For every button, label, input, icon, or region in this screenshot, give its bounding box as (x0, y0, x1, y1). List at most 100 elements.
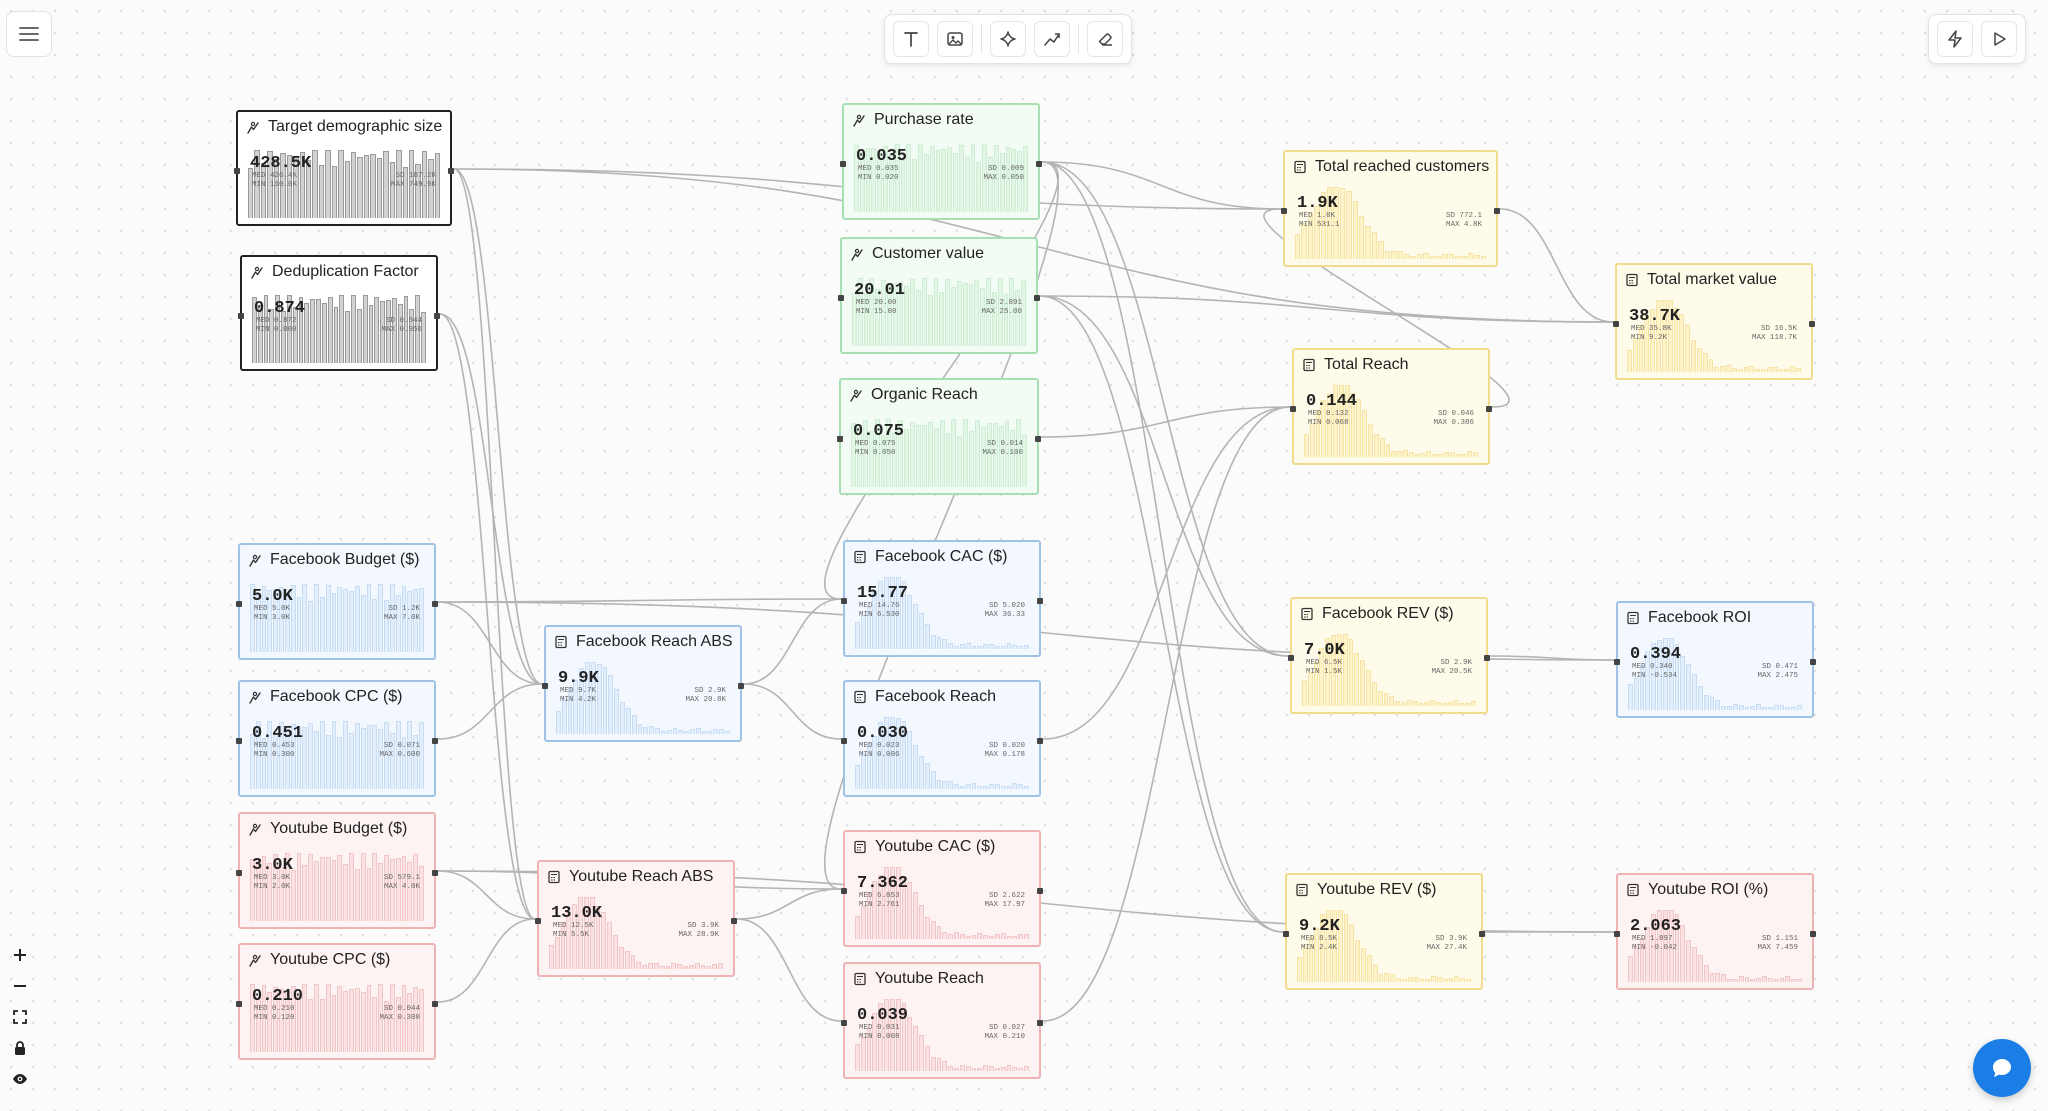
node-fb-cac[interactable]: Facebook CAC ($) 15.77 MED 14.76 MIN 6.530 S… (841, 540, 1043, 657)
node-header[interactable]: Target demographic size (238, 112, 450, 142)
node-header[interactable]: Facebook CAC ($) (845, 542, 1039, 572)
node-header[interactable]: Purchase rate (844, 105, 1038, 135)
connector-tool-button[interactable] (1034, 21, 1070, 57)
output-port[interactable] (1810, 659, 1816, 665)
output-port[interactable] (1037, 598, 1043, 604)
node-header[interactable]: Facebook REV ($) (1292, 599, 1486, 629)
output-port[interactable] (1035, 436, 1041, 442)
text-tool-button[interactable] (893, 21, 929, 57)
node-header[interactable]: Total reached customers (1285, 152, 1496, 182)
output-port[interactable] (1479, 931, 1485, 937)
output-port[interactable] (432, 870, 438, 876)
input-port[interactable] (236, 738, 242, 744)
input-port[interactable] (238, 313, 244, 319)
node-fb-cpc[interactable]: Facebook CPC ($) 0.451 MED 0.453 MIN 0.300 S… (236, 680, 438, 797)
input-port[interactable] (837, 436, 843, 442)
node-total-reach[interactable]: Total Reach 0.144 MED 0.132 MIN 0.068 SD 0.0… (1290, 348, 1492, 465)
node-yt-roi[interactable]: Youtube ROI (%) 2.063 MED 1.897 MIN -0.042 S… (1614, 873, 1816, 990)
output-port[interactable] (731, 918, 737, 924)
menu-button[interactable] (6, 11, 52, 57)
node-header[interactable]: Facebook ROI (1618, 603, 1812, 633)
node-header[interactable]: Youtube CPC ($) (240, 945, 434, 975)
input-port[interactable] (841, 1020, 847, 1026)
node-total-market[interactable]: Total market value 38.7K MED 35.8K MIN 9.2K… (1613, 263, 1815, 380)
node-fb-budget[interactable]: Facebook Budget ($) 5.0K MED 5.0K MIN 3.0K S… (236, 543, 438, 660)
output-port[interactable] (1037, 738, 1043, 744)
node-customer-value[interactable]: Customer value 20.01 MED 20.00 MIN 15.00 SD … (838, 237, 1040, 354)
input-port[interactable] (236, 1001, 242, 1007)
input-port[interactable] (535, 918, 541, 924)
image-tool-button[interactable] (937, 21, 973, 57)
node-header[interactable]: Facebook Reach ABS (546, 627, 740, 657)
input-port[interactable] (1290, 406, 1296, 412)
input-port[interactable] (234, 168, 240, 174)
zoom-out-button[interactable] (8, 975, 32, 997)
output-port[interactable] (434, 313, 440, 319)
input-port[interactable] (236, 601, 242, 607)
node-total-customers[interactable]: Total reached customers 1.9K MED 1.8K MIN 5… (1281, 150, 1500, 267)
node-header[interactable]: Facebook Reach (845, 682, 1039, 712)
zoom-in-button[interactable] (8, 944, 32, 966)
input-port[interactable] (1614, 931, 1620, 937)
output-port[interactable] (1036, 161, 1042, 167)
sparkle-tool-button[interactable] (990, 21, 1026, 57)
node-header[interactable]: Deduplication Factor (242, 257, 436, 287)
input-port[interactable] (840, 161, 846, 167)
output-port[interactable] (1486, 406, 1492, 412)
output-port[interactable] (1809, 321, 1815, 327)
node-header[interactable]: Facebook CPC ($) (240, 682, 434, 712)
chat-button[interactable] (1973, 1039, 2031, 1097)
output-port[interactable] (1037, 888, 1043, 894)
output-port[interactable] (432, 1001, 438, 1007)
output-port[interactable] (448, 168, 454, 174)
input-port[interactable] (841, 738, 847, 744)
input-port[interactable] (236, 870, 242, 876)
output-port[interactable] (738, 683, 744, 689)
eraser-tool-button[interactable] (1087, 21, 1123, 57)
run-button[interactable] (1981, 21, 2017, 57)
node-yt-budget[interactable]: Youtube Budget ($) 3.0K MED 3.0K MIN 2.0K SD… (236, 812, 438, 929)
input-port[interactable] (542, 683, 548, 689)
node-header[interactable]: Organic Reach (841, 380, 1037, 410)
node-header[interactable]: Youtube Budget ($) (240, 814, 434, 844)
lightning-button[interactable] (1937, 21, 1973, 57)
input-port[interactable] (1613, 321, 1619, 327)
output-port[interactable] (1034, 295, 1040, 301)
node-organic-reach[interactable]: Organic Reach 0.075 MED 0.075 MIN 0.050 SD 0… (837, 378, 1041, 495)
node-yt-reach[interactable]: Youtube Reach 0.039 MED 0.031 MIN 0.008 SD 0… (841, 962, 1043, 1079)
node-fb-roi[interactable]: Facebook ROI 0.394 MED 0.340 MIN -0.534 SD 0… (1614, 601, 1816, 718)
visibility-button[interactable] (8, 1068, 32, 1090)
node-fb-rev[interactable]: Facebook REV ($) 7.0K MED 6.5K MIN 1.5K SD 2… (1288, 597, 1490, 714)
lock-button[interactable] (8, 1037, 32, 1059)
node-purchase-rate[interactable]: Purchase rate 0.035 MED 0.035 MIN 0.020 SD 0… (840, 103, 1042, 220)
output-port[interactable] (432, 601, 438, 607)
node-yt-rev[interactable]: Youtube REV ($) 9.2K MED 8.5K MIN 2.4K SD 3.… (1283, 873, 1485, 990)
input-port[interactable] (841, 888, 847, 894)
node-header[interactable]: Youtube Reach (845, 964, 1039, 994)
node-yt-reach-abs[interactable]: Youtube Reach ABS 13.0K MED 12.5K MIN 5.5K S… (535, 860, 737, 977)
output-port[interactable] (432, 738, 438, 744)
node-fb-reach-abs[interactable]: Facebook Reach ABS 9.9K MED 9.7K MIN 4.2K SD… (542, 625, 744, 742)
output-port[interactable] (1810, 931, 1816, 937)
node-header[interactable]: Youtube Reach ABS (539, 862, 733, 892)
node-header[interactable]: Total Reach (1294, 350, 1488, 380)
input-port[interactable] (838, 295, 844, 301)
input-port[interactable] (1281, 208, 1287, 214)
node-header[interactable]: Facebook Budget ($) (240, 545, 434, 575)
node-fb-reach[interactable]: Facebook Reach 0.030 MED 0.023 MIN 0.006 SD … (841, 680, 1043, 797)
output-port[interactable] (1494, 208, 1500, 214)
output-port[interactable] (1037, 1020, 1043, 1026)
input-port[interactable] (1614, 659, 1620, 665)
node-header[interactable]: Customer value (842, 239, 1036, 269)
node-dedup[interactable]: Deduplication Factor 0.874 MED 0.872 MIN 0.… (238, 255, 440, 371)
input-port[interactable] (1288, 655, 1294, 661)
node-header[interactable]: Total market value (1617, 265, 1811, 295)
node-yt-cac[interactable]: Youtube CAC ($) 7.362 MED 6.853 MIN 2.761 SD… (841, 830, 1043, 947)
node-target-demo[interactable]: Target demographic size 428.5K MED 426.4K M… (234, 110, 454, 226)
node-header[interactable]: Youtube CAC ($) (845, 832, 1039, 862)
input-port[interactable] (841, 598, 847, 604)
node-header[interactable]: Youtube REV ($) (1287, 875, 1481, 905)
fit-view-button[interactable] (8, 1006, 32, 1028)
node-yt-cpc[interactable]: Youtube CPC ($) 0.210 MED 0.210 MIN 0.120 SD… (236, 943, 438, 1060)
node-header[interactable]: Youtube ROI (%) (1618, 875, 1812, 905)
